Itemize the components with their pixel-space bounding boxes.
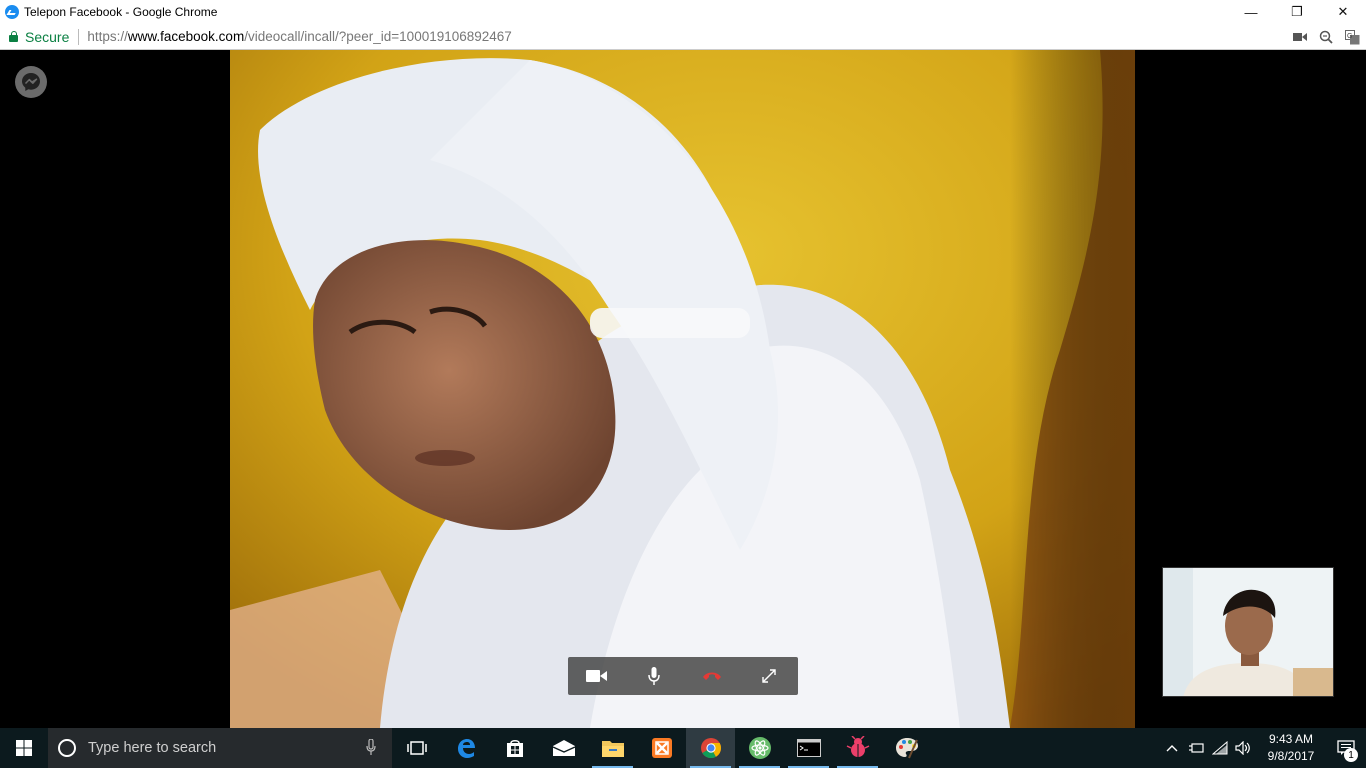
url-host: www.facebook.com: [127, 29, 245, 44]
url-text[interactable]: https://www.facebook.com/videocall/incal…: [87, 29, 511, 44]
window-title: Telepon Facebook - Google Chrome: [24, 5, 218, 19]
terminal-icon: [796, 739, 821, 757]
chrome-icon: [700, 738, 721, 759]
mail-taskbar-button[interactable]: [539, 728, 588, 768]
edge-taskbar-button[interactable]: [441, 728, 490, 768]
atom-taskbar-button[interactable]: [735, 728, 784, 768]
paint-taskbar-button[interactable]: [882, 728, 931, 768]
window-controls: — ❐ ✕: [1228, 0, 1366, 24]
messenger-icon[interactable]: [15, 66, 47, 98]
power-plug-icon: [1189, 743, 1204, 753]
xampp-taskbar-button[interactable]: [637, 728, 686, 768]
messenger-favicon-icon: [5, 5, 19, 19]
network-button[interactable]: [1208, 728, 1232, 768]
lock-icon[interactable]: [9, 31, 18, 42]
search-placeholder: Type here to search: [88, 740, 217, 756]
taskbar: Type here to search 9:43 AM 9/8/2017 1: [0, 728, 1366, 768]
show-hidden-icons-button[interactable]: [1160, 728, 1184, 768]
video-camera-icon: [585, 670, 607, 682]
store-icon: [506, 740, 523, 757]
edge-icon: [457, 739, 475, 758]
cortana-icon: [58, 739, 76, 757]
address-divider: [78, 28, 80, 45]
camera-permission-icon[interactable]: [1292, 29, 1308, 45]
clock-time: 9:43 AM: [1268, 732, 1314, 746]
svg-text:G: G: [1347, 33, 1352, 40]
hang-up-icon: [702, 672, 721, 680]
store-taskbar-button[interactable]: [490, 728, 539, 768]
secure-label[interactable]: Secure: [25, 29, 69, 45]
chrome-taskbar-button[interactable]: [686, 728, 735, 768]
bug-icon: [846, 736, 869, 757]
minimize-button[interactable]: —: [1228, 0, 1274, 24]
video-call-area: [0, 50, 1366, 728]
expand-icon: [762, 669, 776, 683]
taskbar-apps: [392, 728, 931, 768]
restore-button[interactable]: ❐: [1274, 0, 1320, 24]
self-view-image: [1163, 568, 1333, 696]
call-controls: [568, 657, 798, 695]
paint-palette-icon: [895, 738, 918, 759]
translate-icon[interactable]: G: [1344, 29, 1360, 45]
remote-video-feed: [230, 50, 1135, 728]
speaker-icon: [1235, 741, 1250, 755]
windows-logo-icon: [16, 740, 32, 756]
address-bar[interactable]: Secure https://www.facebook.com/videocal…: [0, 24, 1366, 50]
zoom-icon[interactable]: [1318, 29, 1334, 45]
system-tray: 9:43 AM 9/8/2017 1: [1160, 728, 1366, 768]
microphone-toggle-button[interactable]: [634, 661, 674, 691]
clock[interactable]: 9:43 AM 9/8/2017: [1256, 731, 1326, 765]
self-view-video: [1162, 567, 1334, 697]
close-button[interactable]: ✕: [1320, 0, 1366, 24]
start-button[interactable]: [0, 728, 48, 768]
battery-power-button[interactable]: [1184, 728, 1208, 768]
folder-icon: [601, 741, 624, 757]
chevron-up-icon: [1166, 745, 1178, 752]
notification-count-badge: 1: [1344, 748, 1358, 762]
taskbar-search-box[interactable]: Type here to search: [48, 728, 392, 768]
atom-icon: [748, 737, 771, 759]
action-center-button[interactable]: 1: [1326, 728, 1366, 768]
title-bar: Telepon Facebook - Google Chrome — ❐ ✕: [0, 0, 1366, 24]
remote-participant-image: [230, 50, 1135, 728]
mail-icon: [552, 740, 575, 756]
volume-button[interactable]: [1232, 728, 1256, 768]
task-view-button[interactable]: [392, 728, 441, 768]
url-path: /videocall/incall/?peer_id=1000191068924…: [244, 29, 512, 44]
wifi-icon: [1212, 741, 1228, 755]
end-call-button[interactable]: [692, 661, 732, 691]
bug-app-taskbar-button[interactable]: [833, 728, 882, 768]
command-prompt-taskbar-button[interactable]: [784, 728, 833, 768]
clock-date: 9/8/2017: [1267, 749, 1315, 763]
microphone-search-icon[interactable]: [366, 738, 376, 760]
address-bar-icons: G: [1292, 24, 1360, 50]
url-scheme: https://: [87, 29, 128, 44]
camera-toggle-button[interactable]: [577, 661, 617, 691]
fullscreen-button[interactable]: [749, 661, 789, 691]
xampp-icon: [651, 738, 672, 758]
microphone-icon: [648, 667, 660, 685]
task-view-icon: [406, 741, 427, 755]
file-explorer-taskbar-button[interactable]: [588, 728, 637, 768]
